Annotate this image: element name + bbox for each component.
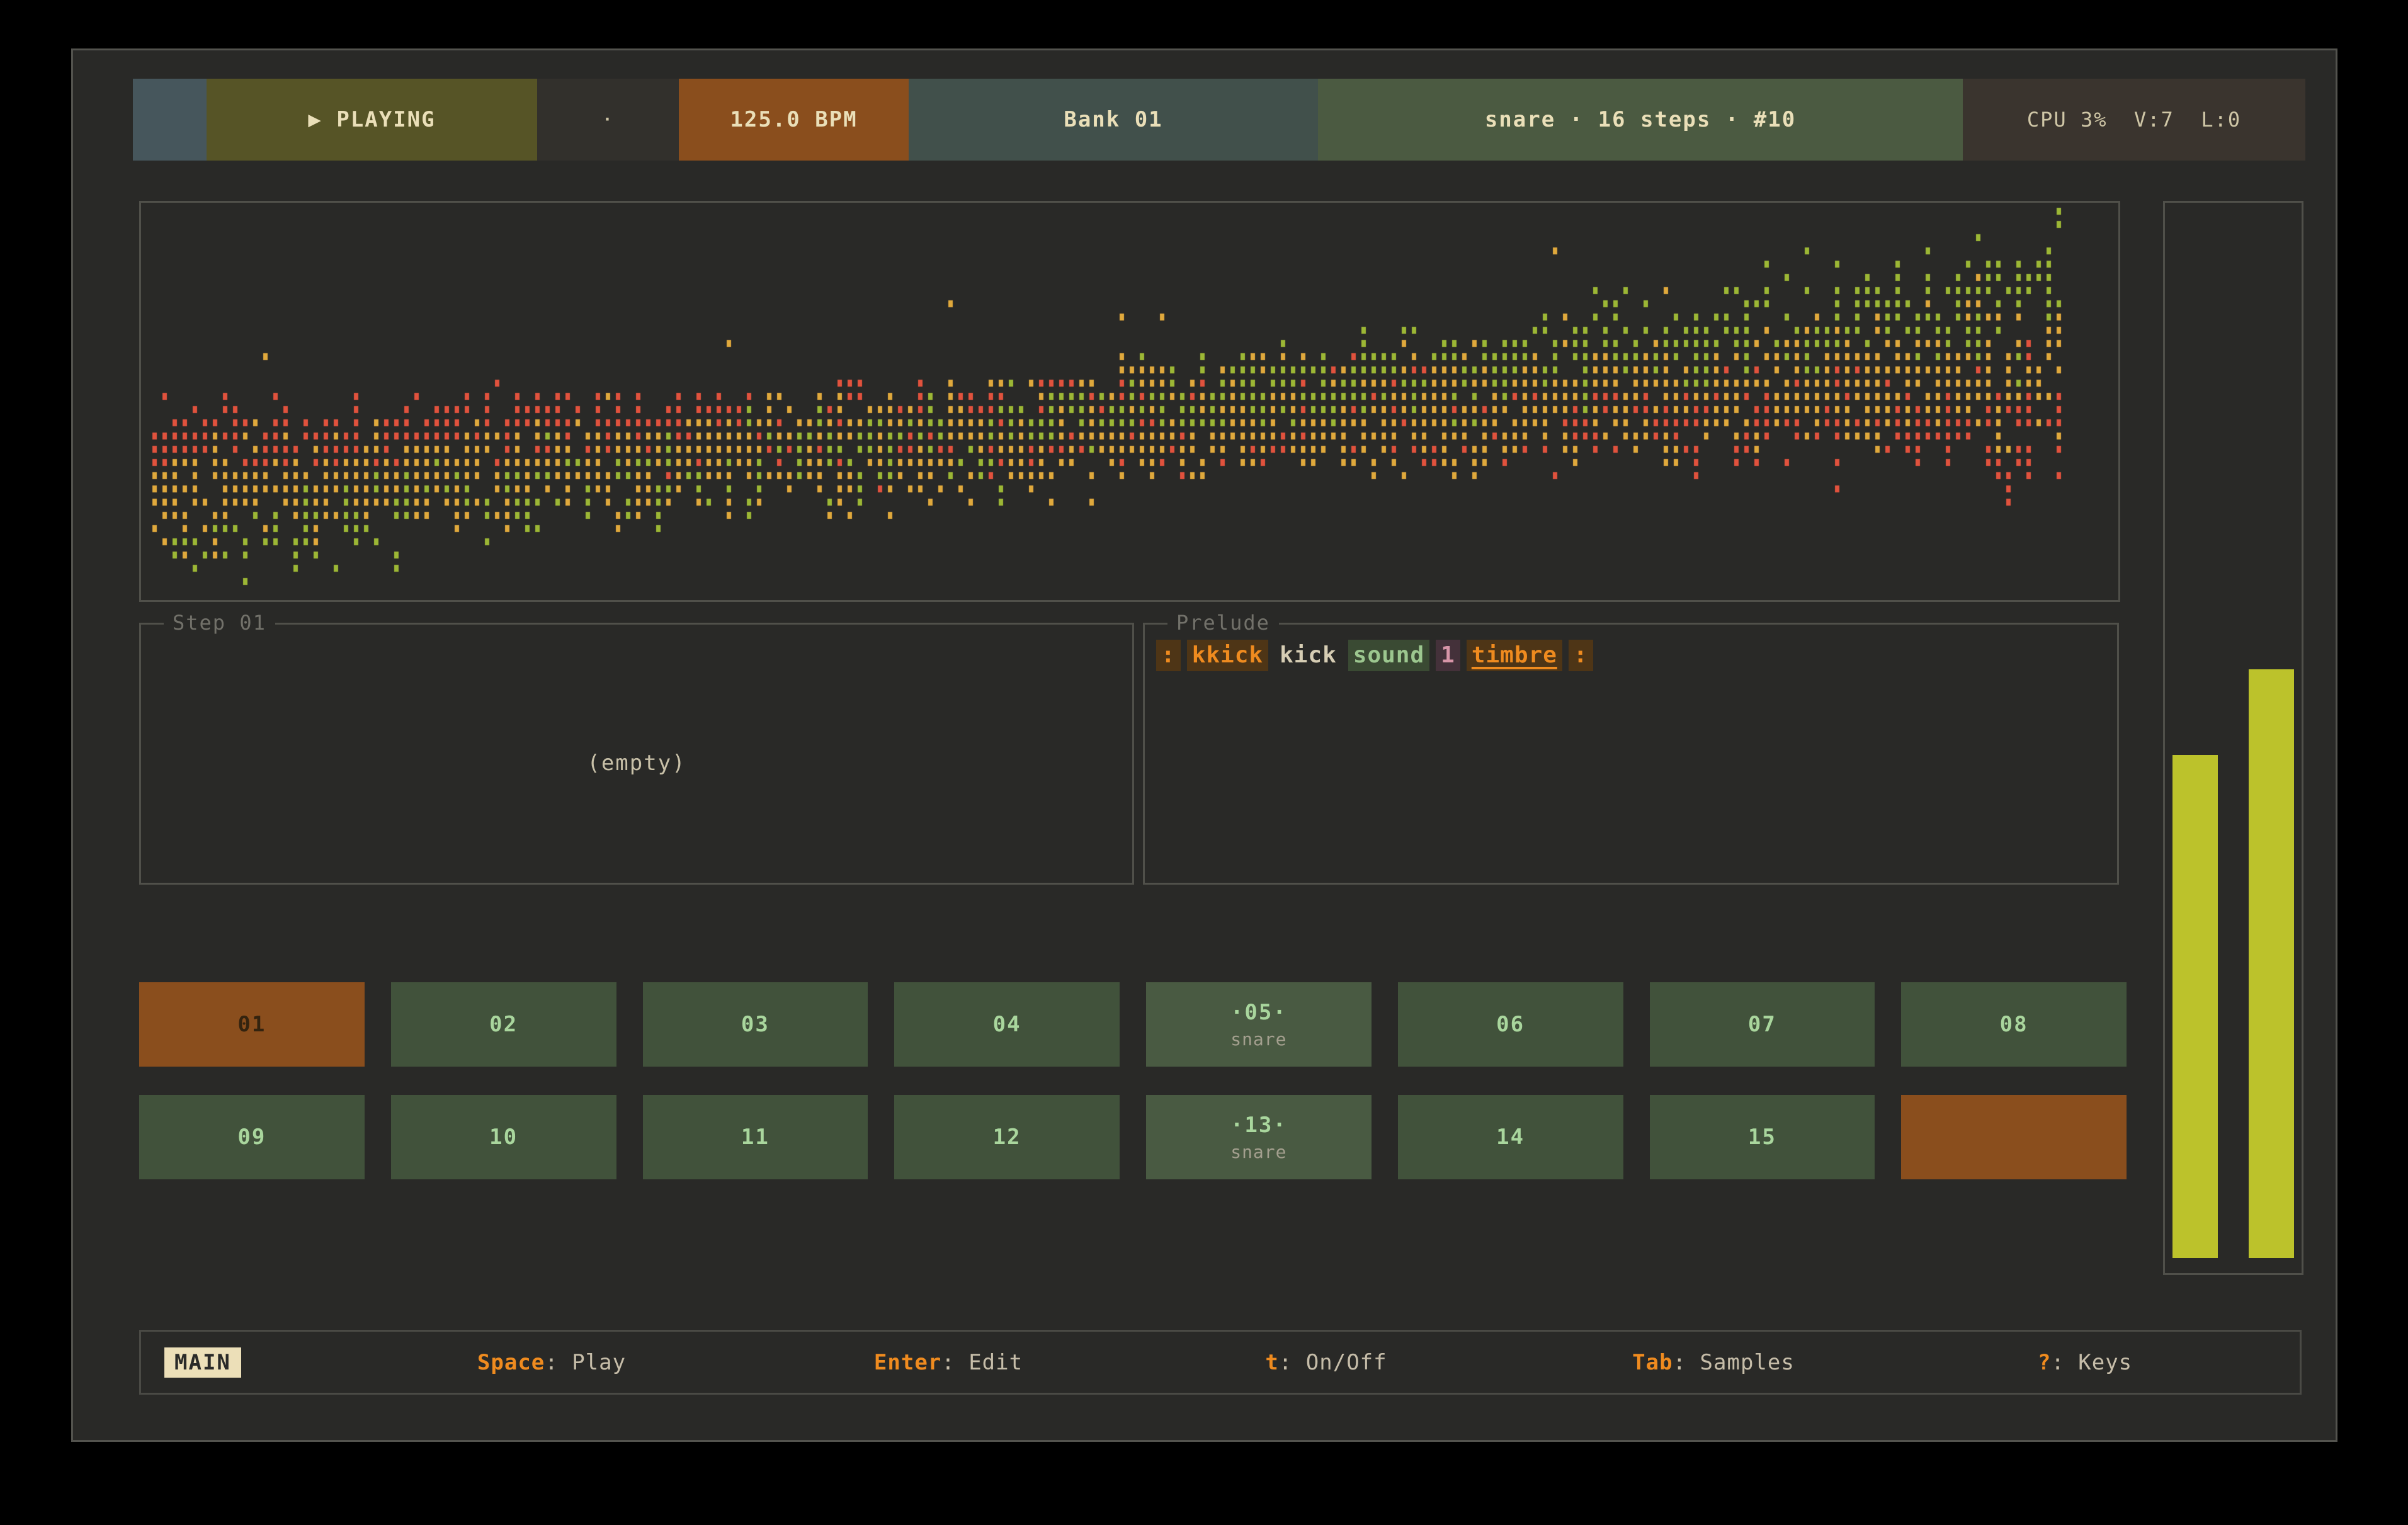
step-button-11[interactable]: 11 [643,1095,868,1179]
step-button-label: 11 [741,1125,770,1150]
step-button-label: 08 [2000,1012,2028,1037]
shortcut-key: ? [2038,1350,2051,1375]
step-button-label: 02 [489,1012,518,1037]
shortcut-on/off: t: On/Off [1265,1350,1387,1375]
shortcut-key: Tab [1632,1350,1673,1375]
step-button-label: 09 [237,1125,266,1150]
step-button-sample-name: snare [1230,1142,1286,1162]
step-button-label: ·05· [1230,1000,1287,1025]
level-meter-bar-2 [2249,669,2294,1258]
status-bar: MAIN Space: Play Enter: Edit t: On/Off Tab:… [139,1330,2302,1395]
shortcut-keys: ?: Keys [2038,1350,2132,1375]
prelude-token-0[interactable]: : [1156,640,1181,671]
step-button-04[interactable]: 04 [894,982,1120,1067]
step-button-08[interactable]: 08 [1901,982,2127,1067]
prelude-panel: Prelude :kkickkicksound1timbre: [1143,623,2119,885]
bpm-display[interactable]: 125.0 BPM [679,79,909,161]
shortcut-samples: Tab: Samples [1632,1350,1795,1375]
prelude-code-line[interactable]: :kkickkicksound1timbre: [1156,640,1593,671]
mode-badge: MAIN [164,1347,241,1378]
prelude-token-6[interactable]: : [1569,640,1593,671]
playing-indicator[interactable]: ▶ PLAYING [207,79,537,161]
step-empty-message: (empty) [141,751,1132,776]
shortcut-key: Enter [874,1350,941,1375]
step-button-03[interactable]: 03 [643,982,868,1067]
step-button-label: ·13· [1230,1113,1287,1138]
step-panel-title: Step 01 [164,611,275,635]
step-grid-row-2: 09 10 11 12 ·13· snare 14 15 [139,1095,2127,1179]
step-button-13[interactable]: ·13· snare [1146,1095,1372,1179]
prelude-token-3[interactable]: sound [1348,640,1429,671]
transport-bar: ▶ PLAYING · 125.0 BPM Bank 01 snare · 16… [133,79,2305,161]
prelude-token-1[interactable]: kkick [1187,640,1268,671]
step-button-12[interactable]: 12 [894,1095,1120,1179]
step-button-02[interactable]: 02 [391,982,616,1067]
step-button-15[interactable]: 15 [1650,1095,1875,1179]
app-window: ▶ PLAYING · 125.0 BPM Bank 01 snare · 16… [71,48,2337,1442]
prelude-token-5[interactable]: timbre [1467,640,1562,671]
step-button-label: 07 [1748,1012,1776,1037]
step-grid-row-1: 01 02 03 04 ·05· snare 06 07 08 [139,982,2127,1067]
step-button-10[interactable]: 10 [391,1095,616,1179]
step-button-label: 14 [1496,1125,1525,1150]
step-button-label: 01 [237,1012,266,1037]
step-button-label: 10 [489,1125,518,1150]
shortcut-key: t [1265,1350,1278,1375]
step-button-label: 15 [1748,1125,1776,1150]
step-button-01[interactable]: 01 [139,982,365,1067]
step-button-07[interactable]: 07 [1650,982,1875,1067]
topbar-left-segment [133,79,207,161]
pattern-scatter-canvas [141,203,2118,600]
step-button-14[interactable]: 14 [1398,1095,1623,1179]
prelude-panel-title: Prelude [1167,611,1279,635]
shortcut-play: Space: Play [477,1350,626,1375]
step-button-sample-name: snare [1230,1029,1286,1050]
shortcut-key: Space [477,1350,545,1375]
level-meter-panel [2163,201,2303,1275]
prelude-token-4[interactable]: 1 [1436,640,1460,671]
level-meter-bar-1 [2172,755,2218,1258]
step-button-label: 03 [741,1012,770,1037]
step-button-label: 12 [993,1125,1021,1150]
track-info[interactable]: snare · 16 steps · #10 [1318,79,1963,161]
step-button-06[interactable]: 06 [1398,982,1623,1067]
shortcut-edit: Enter: Edit [874,1350,1023,1375]
step-button-09[interactable]: 09 [139,1095,365,1179]
prelude-token-2[interactable]: kick [1275,640,1342,671]
step-button-label: 04 [993,1012,1021,1037]
step-button-label: 06 [1496,1012,1525,1037]
cpu-stats: CPU 3% V:7 L:0 [1963,79,2305,161]
step-detail-panel: Step 01 (empty) [139,623,1134,885]
pattern-visualizer-panel [139,201,2120,602]
step-button-05[interactable]: ·05· snare [1146,982,1372,1067]
step-button-16[interactable] [1901,1095,2127,1179]
bank-display[interactable]: Bank 01 [909,79,1318,161]
topbar-separator-segment: · [537,79,679,161]
